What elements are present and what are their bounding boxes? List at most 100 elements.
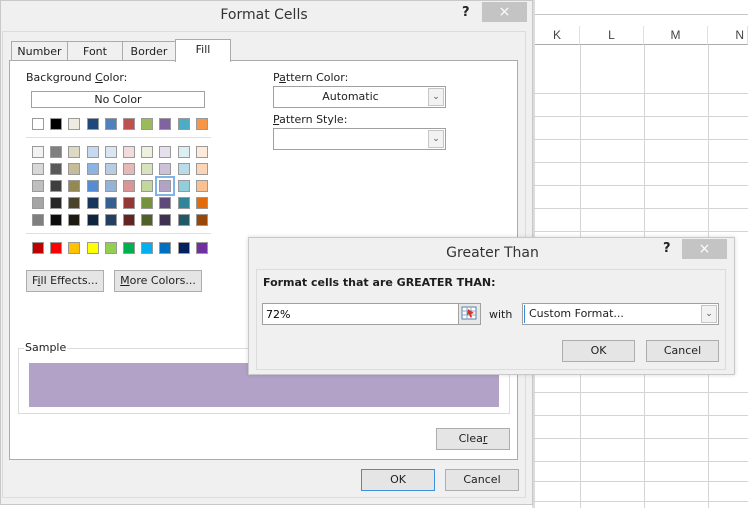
color-swatch-theme-shade[interactable] [87,180,99,192]
ok-button[interactable]: OK [562,340,635,362]
color-swatch-theme-shade[interactable] [178,146,190,158]
ok-button[interactable]: OK [361,469,435,491]
color-swatch-theme-shade[interactable] [105,214,117,226]
color-swatch-theme-shade[interactable] [141,163,153,175]
color-swatch-theme-shade[interactable] [68,197,80,209]
color-swatch-standard[interactable] [68,242,80,254]
color-swatch-theme-shade[interactable] [178,214,190,226]
column-header-m[interactable]: M [644,26,708,45]
help-icon[interactable]: ? [462,5,470,20]
color-swatch-theme-shade[interactable] [50,180,62,192]
color-swatch-theme-shade[interactable] [87,146,99,158]
clear-button[interactable]: Clear [436,428,510,450]
fill-effects-button[interactable]: Fill Effects... [26,270,104,292]
color-swatch-standard[interactable] [105,242,117,254]
no-color-button[interactable]: No Color [31,91,205,108]
cancel-button[interactable]: Cancel [646,340,719,362]
cancel-button[interactable]: Cancel [445,469,519,491]
color-swatch-theme-shade[interactable] [196,197,208,209]
pattern-color-dropdown[interactable]: Automatic ⌄ [273,86,446,108]
color-swatch-theme-shade[interactable] [141,146,153,158]
color-swatch-theme-shade[interactable] [87,163,99,175]
color-swatch-theme-shade[interactable] [50,163,62,175]
color-swatch-theme-shade[interactable] [68,146,80,158]
background-color-label: Background Color: [26,71,127,84]
palette-divider [26,137,211,138]
color-swatch-theme-shade[interactable] [50,146,62,158]
color-swatch-theme-shade[interactable] [123,180,135,192]
color-swatch-theme-shade[interactable] [141,214,153,226]
column-header-l[interactable]: L [580,26,644,45]
color-swatch-standard[interactable] [159,242,171,254]
color-swatch-theme-top[interactable] [105,118,117,130]
color-swatch-theme-shade[interactable] [105,163,117,175]
color-swatch-theme-shade[interactable] [87,214,99,226]
tab-font[interactable]: Font [67,41,123,61]
tab-fill[interactable]: Fill [175,39,231,62]
color-swatch-theme-shade[interactable] [159,214,171,226]
color-swatch-theme-shade[interactable] [123,214,135,226]
tab-number[interactable]: Number [11,41,68,61]
color-swatch-theme-shade[interactable] [196,146,208,158]
color-swatch-theme-shade[interactable] [159,163,171,175]
close-button[interactable]: × [682,239,727,259]
column-header-n[interactable]: N [708,26,748,45]
color-swatch-theme-top[interactable] [178,118,190,130]
color-swatch-standard[interactable] [141,242,153,254]
color-swatch-theme-shade[interactable] [105,146,117,158]
color-swatch-theme-shade[interactable] [141,180,153,192]
color-swatch-theme-shade[interactable] [178,180,190,192]
color-swatch-standard[interactable] [32,242,44,254]
color-swatch-theme-shade[interactable] [50,214,62,226]
color-swatch-theme-shade[interactable] [196,163,208,175]
tab-border[interactable]: Border [122,41,176,61]
color-swatch-standard[interactable] [123,242,135,254]
color-swatch-theme-shade[interactable] [32,146,44,158]
color-swatch-theme-shade[interactable] [178,197,190,209]
column-header-k[interactable]: K [535,26,580,45]
color-swatch-theme-shade[interactable] [68,214,80,226]
color-swatch-theme-shade[interactable] [159,146,171,158]
color-swatch-theme-top[interactable] [87,118,99,130]
color-swatch-theme-top[interactable] [123,118,135,130]
color-swatch-theme-top[interactable] [196,118,208,130]
pattern-style-dropdown[interactable]: ⌄ [273,128,446,150]
color-swatch-standard[interactable] [178,242,190,254]
color-swatch-theme-shade[interactable] [87,197,99,209]
color-swatch-theme-shade[interactable] [159,197,171,209]
color-swatch-theme-top[interactable] [32,118,44,130]
close-button[interactable]: × [482,2,527,22]
color-swatch-theme-shade[interactable] [50,197,62,209]
color-swatch-theme-top[interactable] [68,118,80,130]
color-swatch-theme-shade[interactable] [32,180,44,192]
color-swatch-standard[interactable] [87,242,99,254]
color-swatch-theme-top[interactable] [141,118,153,130]
color-swatch-theme-top[interactable] [159,118,171,130]
color-swatch-theme-shade[interactable] [32,197,44,209]
color-swatch-theme-shade[interactable] [196,214,208,226]
color-swatch-theme-shade[interactable] [141,197,153,209]
color-swatch-theme-shade[interactable] [155,176,175,196]
format-dropdown[interactable]: Custom Format... ⌄ [522,303,719,325]
color-swatch-theme-shade[interactable] [68,180,80,192]
color-swatch-theme-shade[interactable] [123,163,135,175]
color-swatch-theme-shade[interactable] [123,197,135,209]
range-selector-button[interactable] [458,304,480,324]
chevron-down-icon[interactable]: ⌄ [428,88,444,106]
more-colors-button[interactable]: More Colors... [114,270,202,292]
color-swatch-standard[interactable] [196,242,208,254]
color-swatch-theme-shade[interactable] [196,180,208,192]
color-swatch-standard[interactable] [50,242,62,254]
chevron-down-icon[interactable]: ⌄ [701,305,717,323]
threshold-input[interactable] [263,304,453,324]
color-swatch-theme-shade[interactable] [32,163,44,175]
color-swatch-theme-top[interactable] [50,118,62,130]
color-swatch-theme-shade[interactable] [32,214,44,226]
color-swatch-theme-shade[interactable] [68,163,80,175]
chevron-down-icon[interactable]: ⌄ [428,130,444,148]
help-icon[interactable]: ? [663,241,671,256]
color-swatch-theme-shade[interactable] [105,197,117,209]
color-swatch-theme-shade[interactable] [123,146,135,158]
color-swatch-theme-shade[interactable] [105,180,117,192]
color-swatch-theme-shade[interactable] [178,163,190,175]
